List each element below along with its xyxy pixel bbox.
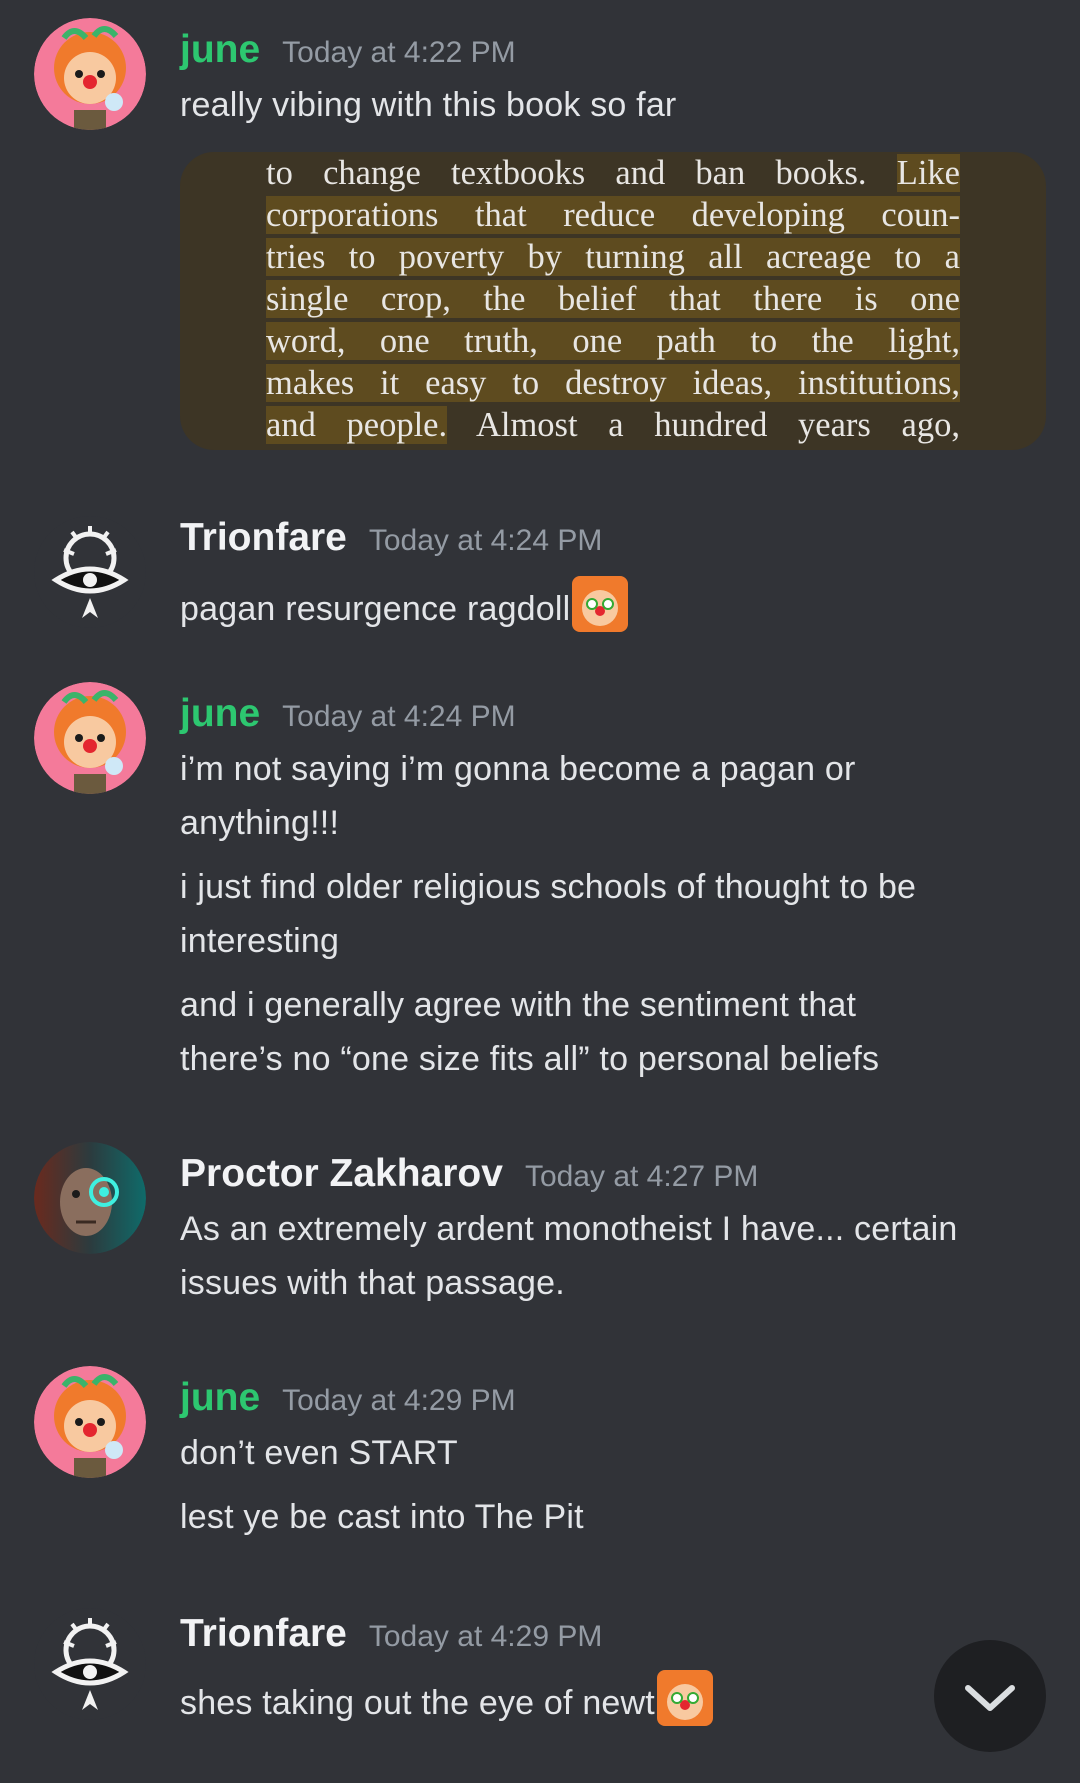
timestamp: Today at 4:29 PM: [368, 1620, 603, 1653]
username[interactable]: Trionfare: [180, 516, 347, 559]
chevron-down-icon: [965, 1685, 1015, 1711]
book-page-text: to change textbooks and ban books. Like …: [266, 154, 960, 444]
trionfare-avatar[interactable]: [34, 1608, 146, 1720]
clown-emoji-icon[interactable]: [656, 1670, 713, 1726]
message-group: Trionfare Today at 4:24 PM pagan resurgen…: [0, 500, 1080, 650]
timestamp: Today at 4:22 PM: [282, 36, 516, 69]
message-text: lest ye be cast into The Pit: [180, 1498, 584, 1536]
message-text: anything!!!: [180, 804, 340, 842]
username[interactable]: Trionfare: [180, 1612, 347, 1655]
message-text: i’m not saying i’m gonna become a pagan …: [180, 750, 856, 788]
message-text: pagan resurgence ragdoll: [180, 576, 629, 632]
message-text: interesting: [180, 922, 340, 960]
timestamp: Today at 4:29 PM: [282, 1384, 516, 1417]
june-avatar[interactable]: [34, 682, 146, 794]
message-text: there’s no “one size fits all” to person…: [180, 1040, 880, 1078]
username[interactable]: june: [180, 1376, 260, 1419]
timestamp: Today at 4:27 PM: [524, 1160, 759, 1193]
message-text: and i generally agree with the sentiment…: [180, 986, 857, 1024]
message-group: june Today at 4:22 PM really vibing with …: [0, 0, 1080, 460]
message-text: really vibing with this book so far: [180, 86, 677, 124]
message-text: i just find older religious schools of t…: [180, 868, 917, 906]
message-text: shes taking out the eye of newt: [180, 1670, 713, 1726]
timestamp: Today at 4:24 PM: [368, 524, 603, 557]
proctor-avatar[interactable]: [34, 1142, 146, 1254]
timestamp: Today at 4:24 PM: [282, 700, 516, 733]
message-group: june Today at 4:29 PM don’t even START le…: [0, 1364, 1080, 1564]
message-group: june Today at 4:24 PM i’m not saying i’m …: [0, 680, 1080, 1100]
june-avatar[interactable]: [34, 18, 146, 130]
username[interactable]: Proctor Zakharov: [180, 1152, 503, 1195]
message-text: As an extremely ardent monotheist I have…: [180, 1210, 958, 1248]
username[interactable]: june: [180, 28, 260, 71]
message-group: Trionfare Today at 4:29 PM shes taking ou…: [0, 1600, 1080, 1750]
username[interactable]: june: [180, 692, 260, 735]
clown-emoji-icon[interactable]: [572, 576, 629, 632]
message-group: Proctor Zakharov Today at 4:27 PM As an e…: [0, 1140, 1080, 1320]
message-text: don’t even START: [180, 1434, 458, 1472]
trionfare-avatar[interactable]: [34, 516, 146, 628]
message-text: issues with that passage.: [180, 1264, 565, 1302]
june-avatar[interactable]: [34, 1366, 146, 1478]
jump-to-present-button[interactable]: [934, 1640, 1046, 1752]
image-attachment[interactable]: to change textbooks and ban books. Like …: [180, 152, 1046, 450]
